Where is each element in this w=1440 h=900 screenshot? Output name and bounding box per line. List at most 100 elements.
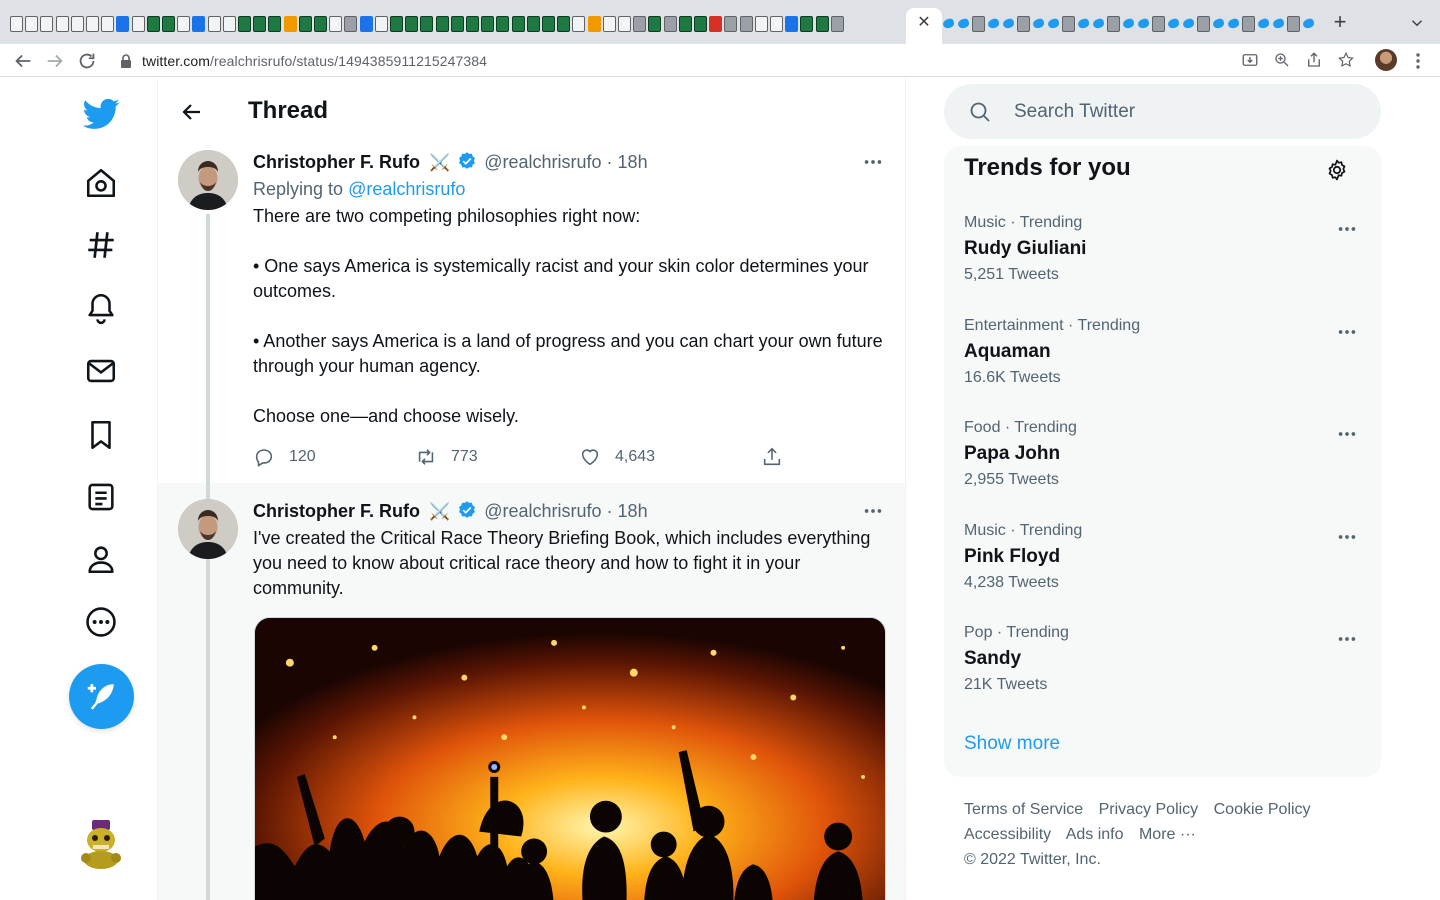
tab-favicon[interactable] — [618, 16, 631, 32]
browser-menu-icon[interactable] — [1410, 52, 1426, 70]
forward-icon[interactable] — [44, 50, 66, 72]
back-icon[interactable] — [12, 50, 34, 72]
reload-icon[interactable] — [76, 50, 98, 72]
tab-favicon[interactable] — [481, 16, 495, 32]
tab-favicon[interactable] — [283, 16, 297, 32]
reply-button[interactable]: 120 — [253, 445, 316, 469]
tab-favicon[interactable] — [420, 16, 434, 32]
gear-icon[interactable] — [1325, 158, 1349, 182]
trend-more-icon[interactable] — [1336, 218, 1358, 240]
tab-favicon[interactable] — [739, 16, 753, 32]
explore-icon[interactable] — [84, 228, 118, 262]
tab-favicon[interactable] — [40, 16, 54, 32]
tab-favicon[interactable] — [678, 16, 692, 32]
tab-favicon[interactable] — [785, 16, 799, 32]
tab-favicon[interactable] — [602, 16, 616, 32]
tab-favicon[interactable] — [1272, 16, 1285, 32]
tab-favicon[interactable] — [1212, 16, 1225, 32]
author-handle[interactable]: @realchrisrufo — [484, 152, 601, 172]
tab-favicon[interactable] — [1227, 16, 1240, 32]
tab-favicon[interactable] — [192, 16, 206, 32]
tab-favicon[interactable] — [770, 16, 783, 32]
new-tab-button[interactable]: + — [1330, 11, 1350, 33]
trend-item[interactable]: Entertainment · Trending Aquaman 16.6K T… — [944, 317, 1381, 419]
tab-favicon[interactable] — [1152, 16, 1165, 32]
tab-favicon[interactable] — [800, 16, 814, 32]
tweet-time[interactable]: · 18h — [607, 501, 648, 521]
tab-favicon[interactable] — [1242, 16, 1255, 32]
tab-favicon[interactable] — [724, 16, 738, 32]
tab-favicon[interactable] — [815, 16, 829, 32]
tab-favicon[interactable] — [1107, 16, 1120, 32]
author-name[interactable]: Christopher F. Rufo — [253, 501, 420, 521]
author-avatar[interactable] — [178, 150, 238, 210]
tab-favicon[interactable] — [1257, 16, 1270, 32]
tab-favicon[interactable] — [1287, 16, 1300, 32]
compose-tweet-button[interactable] — [69, 664, 134, 729]
tab-favicon[interactable] — [359, 16, 373, 32]
author-avatar[interactable] — [178, 499, 238, 559]
author-name[interactable]: Christopher F. Rufo — [253, 152, 420, 172]
tab-favicon[interactable] — [207, 16, 221, 32]
tab-favicon[interactable] — [511, 16, 525, 32]
tab-favicon[interactable] — [450, 16, 464, 32]
trend-more-icon[interactable] — [1336, 321, 1358, 343]
retweet-button[interactable]: 773 — [415, 445, 478, 469]
profile-icon[interactable] — [84, 542, 118, 576]
tweet-more-icon[interactable] — [862, 500, 884, 522]
browser-profile-avatar[interactable] — [1375, 49, 1397, 71]
footer-link-cookies[interactable]: Cookie Policy — [1214, 801, 1311, 818]
address-bar[interactable]: twitter.com/realchrisrufo/status/1494385… — [108, 47, 1368, 75]
tab-favicon[interactable] — [1137, 16, 1150, 32]
tab-favicon[interactable] — [1077, 16, 1090, 32]
lists-icon[interactable] — [84, 480, 118, 514]
trend-item[interactable]: Music · Trending Pink Floyd 4,238 Tweets — [944, 522, 1381, 624]
tab-favicon[interactable] — [1002, 16, 1015, 32]
tab-close-icon[interactable]: ✕ — [915, 14, 933, 32]
trend-more-icon[interactable] — [1336, 628, 1358, 650]
tweet-time[interactable]: · 18h — [607, 152, 648, 172]
tab-favicon[interactable] — [1302, 16, 1315, 32]
tab-favicon[interactable] — [268, 16, 282, 32]
tweet[interactable]: Christopher F. Rufo ⚔️ @realchrisrufo · … — [158, 140, 905, 483]
tab-favicon[interactable] — [466, 16, 479, 32]
tab-favicon[interactable] — [10, 16, 23, 32]
tab-favicon[interactable] — [1092, 16, 1105, 32]
tab-favicon[interactable] — [405, 16, 419, 32]
footer-link-more[interactable]: More ··· — [1139, 826, 1196, 843]
install-app-icon[interactable] — [1241, 51, 1259, 69]
tweet-more-icon[interactable] — [862, 151, 884, 173]
tab-favicon[interactable] — [298, 16, 312, 32]
tab-favicon[interactable] — [694, 16, 707, 32]
trend-more-icon[interactable] — [1336, 423, 1358, 445]
tab-favicon[interactable] — [754, 16, 768, 32]
footer-link-privacy[interactable]: Privacy Policy — [1099, 801, 1199, 818]
twitter-logo-icon[interactable] — [83, 95, 120, 132]
tab-favicon[interactable] — [972, 16, 985, 32]
tab-favicon[interactable] — [557, 16, 571, 32]
bookmarks-icon[interactable] — [84, 418, 118, 452]
tab-favicon[interactable] — [344, 16, 358, 32]
footer-link-terms[interactable]: Terms of Service — [964, 801, 1083, 818]
messages-icon[interactable] — [84, 354, 118, 388]
lock-icon[interactable] — [120, 54, 132, 68]
tab-favicon[interactable] — [1062, 16, 1075, 32]
url-text[interactable]: twitter.com/realchrisrufo/status/1494385… — [142, 53, 487, 69]
trend-item[interactable]: Food · Trending Papa John 2,955 Tweets — [944, 419, 1381, 521]
tab-favicon[interactable] — [86, 16, 99, 32]
tab-favicon[interactable] — [830, 16, 844, 32]
tab-favicon[interactable] — [222, 16, 236, 32]
tab-favicon[interactable] — [390, 16, 403, 32]
tab-favicon[interactable] — [987, 16, 1000, 32]
author-handle[interactable]: @realchrisrufo — [484, 501, 601, 521]
tab-favicon[interactable] — [648, 16, 662, 32]
tab-favicon[interactable] — [238, 16, 251, 32]
tab-favicon[interactable] — [116, 16, 130, 32]
tab-favicon[interactable] — [572, 16, 586, 32]
account-avatar[interactable] — [78, 818, 124, 870]
tweet[interactable]: Christopher F. Rufo ⚔️ @realchrisrufo · … — [158, 483, 905, 900]
more-icon[interactable] — [84, 605, 118, 639]
back-arrow-icon[interactable] — [180, 100, 204, 124]
tab-favicon[interactable] — [101, 16, 115, 32]
tab-favicon[interactable] — [663, 16, 677, 32]
